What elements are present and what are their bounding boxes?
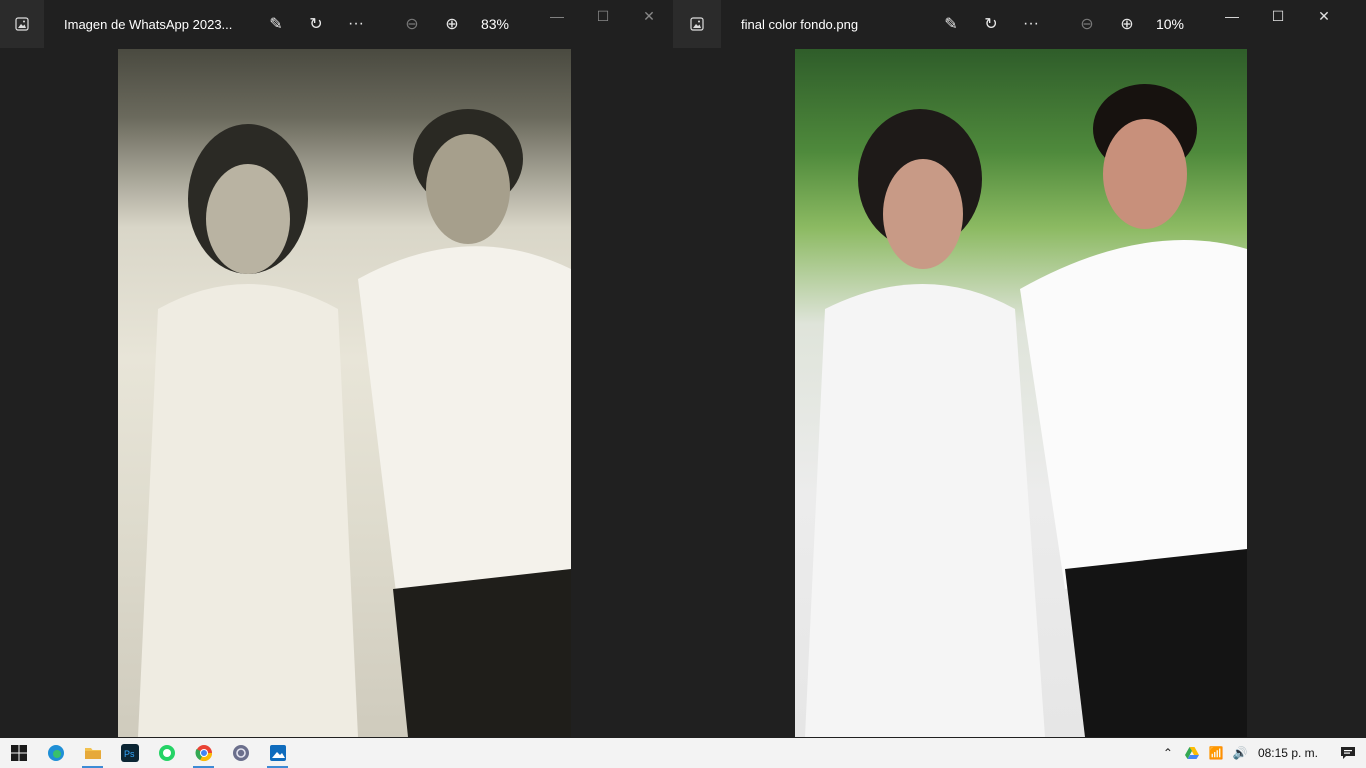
edit-image-icon[interactable]: ✎ xyxy=(931,0,971,48)
zoom-level: 10% xyxy=(1155,16,1185,32)
zoom-in-icon[interactable]: ⊕ xyxy=(432,0,472,48)
browser-icon[interactable] xyxy=(222,738,259,768)
edge-icon[interactable] xyxy=(37,738,74,768)
zoom-out-icon[interactable]: ⊖ xyxy=(392,0,432,48)
svg-text:Ps: Ps xyxy=(124,749,135,759)
taskbar: Ps ⌃ 📶 🔊 08:15 p. m. xyxy=(0,738,1366,768)
photo-colorized xyxy=(795,49,1247,737)
maximize-button[interactable]: ☐ xyxy=(1255,0,1301,32)
rotate-icon[interactable]: ↻ xyxy=(296,0,336,48)
wifi-icon[interactable]: 📶 xyxy=(1204,746,1228,760)
window-title: Imagen de WhatsApp 2023... xyxy=(64,16,233,32)
photoshop-icon[interactable]: Ps xyxy=(111,738,148,768)
title-bar: final color fondo.png ✎ ↻ ··· ⊖ ⊕ 10% — … xyxy=(673,0,1366,48)
more-icon[interactable]: ··· xyxy=(1011,0,1051,48)
photo-viewer-window-right: final color fondo.png ✎ ↻ ··· ⊖ ⊕ 10% — … xyxy=(673,0,1366,738)
minimize-button[interactable]: — xyxy=(534,0,580,32)
close-button[interactable]: ✕ xyxy=(1301,0,1347,32)
zoom-in-icon[interactable]: ⊕ xyxy=(1107,0,1147,48)
start-button[interactable] xyxy=(0,738,37,768)
title-bar: Imagen de WhatsApp 2023... ✎ ↻ ··· ⊖ ⊕ 8… xyxy=(0,0,673,48)
volume-icon[interactable]: 🔊 xyxy=(1228,746,1252,760)
edit-image-icon[interactable]: ✎ xyxy=(256,0,296,48)
chevron-up-icon[interactable]: ⌃ xyxy=(1156,746,1180,760)
chrome-icon[interactable] xyxy=(185,738,222,768)
maximize-button[interactable]: ☐ xyxy=(580,0,626,32)
window-title: final color fondo.png xyxy=(741,16,859,32)
photos-app-icon[interactable] xyxy=(673,0,721,48)
notifications-icon[interactable] xyxy=(1330,746,1366,760)
file-explorer-icon[interactable] xyxy=(74,738,111,768)
minimize-button[interactable]: — xyxy=(1209,0,1255,32)
zoom-out-icon[interactable]: ⊖ xyxy=(1067,0,1107,48)
whatsapp-icon[interactable] xyxy=(148,738,185,768)
more-icon[interactable]: ··· xyxy=(336,0,376,48)
photos-app-icon[interactable] xyxy=(0,0,44,48)
photo-original-bw xyxy=(118,49,571,737)
zoom-level: 83% xyxy=(480,16,510,32)
photos-app-taskbar-icon[interactable] xyxy=(259,738,296,768)
close-button[interactable]: ✕ xyxy=(626,0,672,32)
system-tray: ⌃ 📶 🔊 08:15 p. m. xyxy=(1156,738,1366,768)
google-drive-icon[interactable] xyxy=(1180,747,1204,759)
clock[interactable]: 08:15 p. m. xyxy=(1258,746,1318,760)
photo-viewer-window-left: Imagen de WhatsApp 2023... ✎ ↻ ··· ⊖ ⊕ 8… xyxy=(0,0,673,738)
rotate-icon[interactable]: ↻ xyxy=(971,0,1011,48)
